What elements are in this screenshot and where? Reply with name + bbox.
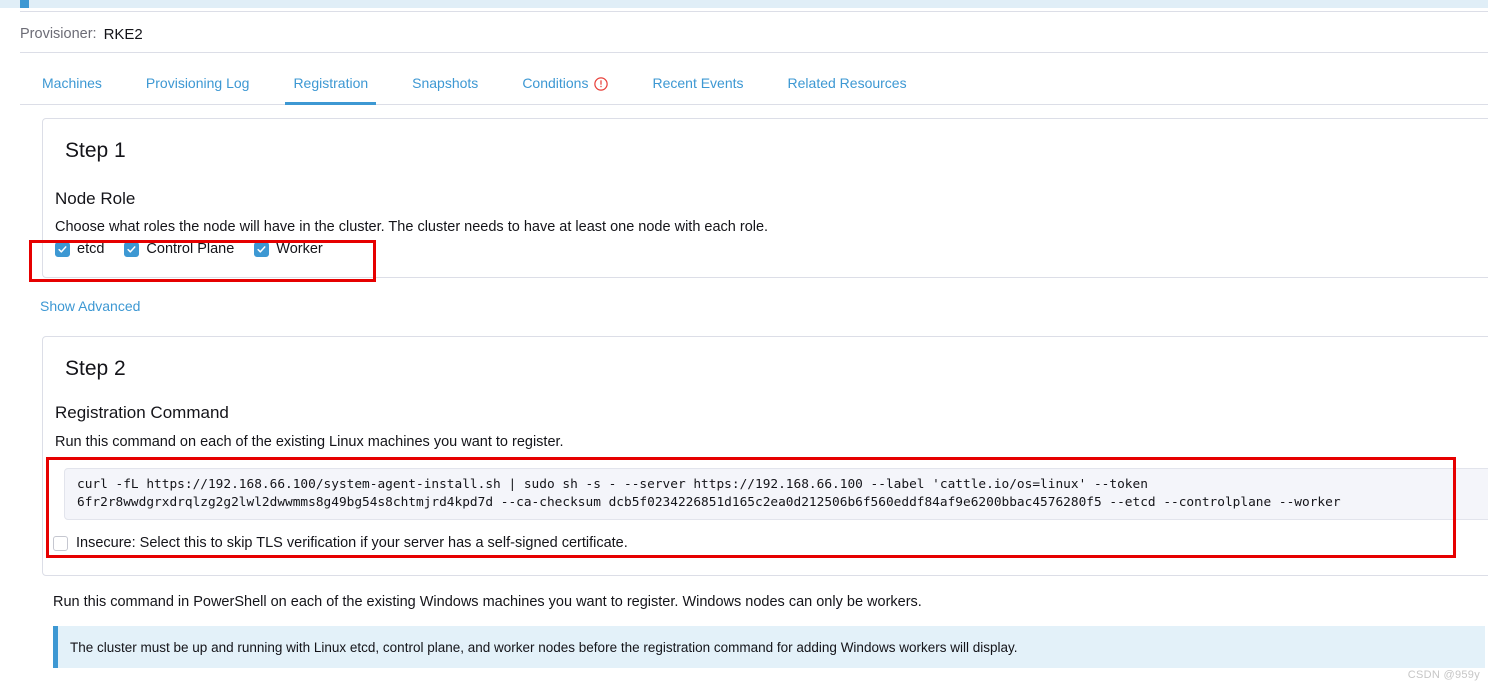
tab-conditions-label: Conditions xyxy=(522,75,589,91)
tab-machines[interactable]: Machines xyxy=(20,62,124,104)
show-advanced-link[interactable]: Show Advanced xyxy=(40,298,140,314)
step-2-title: Step 2 xyxy=(65,357,126,380)
tab-bar: Machines Provisioning Log Registration S… xyxy=(20,62,1488,105)
checkbox-worker-box[interactable] xyxy=(254,241,270,257)
checkbox-insecure[interactable]: Insecure: Select this to skip TLS verifi… xyxy=(53,535,628,551)
tab-provisioning-log-label: Provisioning Log xyxy=(145,75,250,91)
tab-provisioning-log[interactable]: Provisioning Log xyxy=(124,62,272,104)
warning-circle-icon xyxy=(594,77,609,91)
checkbox-control-plane-label: Control Plane xyxy=(146,241,235,257)
watermark: CSDN @959y xyxy=(1407,669,1480,681)
check-icon xyxy=(127,245,136,253)
tab-snapshots-label: Snapshots xyxy=(412,75,479,91)
command-line-2: 6fr2r8wwdgrxdrqlzg2g2lwl2dwwmms8g49bg54s… xyxy=(77,495,1341,510)
provisioner-label: Provisioner: xyxy=(20,26,97,42)
node-role-description: Choose what roles the node will have in … xyxy=(55,219,769,235)
provisioner-row: Provisioner: RKE2 xyxy=(20,16,143,52)
windows-info-banner-text: The cluster must be up and running with … xyxy=(70,639,1018,655)
check-icon xyxy=(58,245,67,253)
tab-recent-events-label: Recent Events xyxy=(652,75,744,91)
tab-registration-label: Registration xyxy=(293,75,369,91)
step-1-title: Step 1 xyxy=(65,139,126,162)
provisioner-value: RKE2 xyxy=(103,25,143,43)
checkbox-insecure-box[interactable] xyxy=(53,535,68,551)
top-divider xyxy=(20,11,1488,12)
checkbox-worker[interactable]: Worker xyxy=(254,241,323,257)
checkbox-worker-label: Worker xyxy=(276,241,323,257)
windows-info-banner: The cluster must be up and running with … xyxy=(53,626,1485,668)
tab-related-resources[interactable]: Related Resources xyxy=(766,62,929,104)
node-role-heading: Node Role xyxy=(55,189,136,208)
tab-machines-label: Machines xyxy=(42,75,102,91)
node-role-checkbox-group: etcd Control Plane Worker xyxy=(55,241,323,257)
tab-related-resources-label: Related Resources xyxy=(787,75,907,91)
registration-command-code[interactable]: curl -fL https://192.168.66.100/system-a… xyxy=(64,468,1488,520)
tab-snapshots[interactable]: Snapshots xyxy=(390,62,500,104)
provisioner-divider xyxy=(20,52,1488,53)
checkbox-etcd[interactable]: etcd xyxy=(55,241,104,257)
checkbox-control-plane-box[interactable] xyxy=(124,241,140,257)
step-1-card: Step 1 Node Role Choose what roles the n… xyxy=(42,118,1488,278)
linux-instruction-text: Run this command on each of the existing… xyxy=(55,434,564,450)
check-icon xyxy=(257,245,266,253)
tab-registration[interactable]: Registration xyxy=(271,62,390,105)
top-accent-marker xyxy=(20,0,29,8)
registration-command-heading: Registration Command xyxy=(55,403,229,422)
tab-recent-events[interactable]: Recent Events xyxy=(630,62,765,104)
checkbox-insecure-label: Insecure: Select this to skip TLS verifi… xyxy=(76,535,628,551)
checkbox-control-plane[interactable]: Control Plane xyxy=(124,241,234,257)
checkbox-etcd-label: etcd xyxy=(77,241,105,257)
checkbox-etcd-box[interactable] xyxy=(55,241,70,257)
tab-conditions[interactable]: Conditions xyxy=(500,62,630,104)
windows-instruction-text: Run this command in PowerShell on each o… xyxy=(53,594,922,610)
top-accent-strip xyxy=(0,0,1488,8)
command-line-1: curl -fL https://192.168.66.100/system-a… xyxy=(77,477,1148,492)
